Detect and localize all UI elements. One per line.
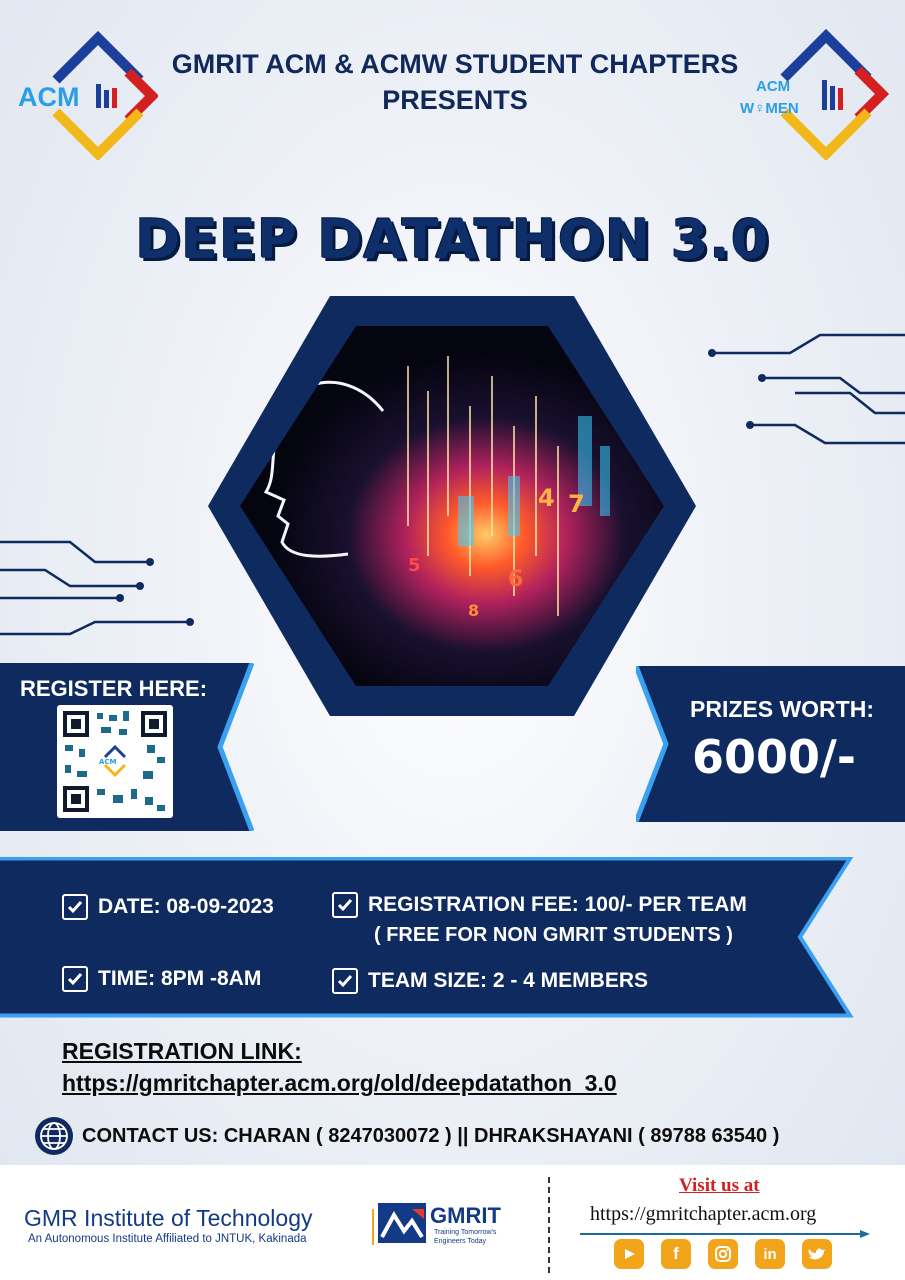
checkbox-icon (332, 892, 358, 918)
svg-text:4: 4 (538, 484, 555, 512)
checkbox-icon (62, 966, 88, 992)
svg-text:ACM: ACM (99, 758, 117, 766)
gmrit-brand: GMRIT (430, 1203, 501, 1228)
header-line-1: GMRIT ACM & ACMW STUDENT CHAPTERS (171, 49, 739, 79)
svg-text:8: 8 (468, 601, 479, 620)
date-item: DATE: 08-09-2023 (62, 894, 274, 920)
registration-link[interactable]: https://gmritchapter.acm.org/old/deepdat… (62, 1070, 617, 1097)
circuit-lines-left (0, 540, 194, 636)
contact-text: CONTACT US: CHARAN ( 8247030072 ) || DHR… (82, 1124, 780, 1147)
header-title: GMRIT ACM & ACMW STUDENT CHAPTERS PRESEN… (150, 46, 760, 118)
team-size-text: TEAM SIZE: 2 - 4 MEMBERS (368, 969, 649, 992)
acm-logo-text: ACM (18, 82, 80, 112)
header-line-2: PRESENTS (382, 85, 528, 115)
registration-link-label: REGISTRATION LINK: (62, 1038, 302, 1064)
visit-url[interactable]: https://gmritchapter.acm.org (590, 1203, 816, 1226)
hero-hexagon-image: 4 7 6 5 8 (208, 296, 696, 716)
social-icons: f in (614, 1239, 832, 1269)
circuit-lines-right (708, 333, 905, 445)
event-title: DEEP DATATHON 3.0 (135, 208, 770, 271)
footer: GMR Institute of Technology An Autonomou… (0, 1165, 905, 1280)
fee-text: REGISTRATION FEE: 100/- PER TEAM (368, 893, 747, 916)
instagram-icon[interactable] (708, 1239, 738, 1269)
linkedin-icon[interactable]: in (755, 1239, 785, 1269)
institute-subtitle: An Autonomous Institute Affiliated to JN… (28, 1233, 307, 1245)
facebook-icon[interactable]: f (661, 1239, 691, 1269)
acm-logo: ACM (16, 30, 160, 162)
register-label: REGISTER HERE: (20, 676, 208, 701)
checkbox-icon (62, 894, 88, 920)
institute-name: GMR Institute of Technology (24, 1205, 313, 1231)
time-item: TIME: 8PM -8AM (62, 966, 261, 992)
contact-row: CONTACT US: CHARAN ( 8247030072 ) || DHR… (34, 1116, 779, 1156)
svg-text:5: 5 (408, 555, 421, 576)
gmrit-logo-mark (378, 1203, 426, 1243)
acmw-logo-top: ACM (756, 78, 791, 95)
svg-text:7: 7 (568, 490, 585, 518)
registration-qr-code[interactable]: ACM (57, 705, 173, 818)
prizes-amount: 6000/- (692, 730, 856, 784)
divider (372, 1209, 374, 1245)
acmw-logo: ACM W♀MEN (740, 28, 890, 162)
svg-text:6: 6 (508, 567, 523, 592)
url-underline-arrow (580, 1230, 870, 1238)
gmrit-tagline-2: Engineers Today (434, 1238, 487, 1245)
checkbox-icon (332, 968, 358, 994)
globe-icon (35, 1117, 73, 1155)
date-text: DATE: 08-09-2023 (98, 895, 274, 918)
fee-item: REGISTRATION FEE: 100/- PER TEAM (332, 892, 747, 918)
footer-separator (548, 1177, 550, 1273)
gmrit-tagline-1: Training Tomorrow's (434, 1229, 497, 1236)
time-text: TIME: 8PM -8AM (98, 967, 262, 990)
gmrit-logo: GMRIT Training Tomorrow's Engineers Toda… (378, 1203, 528, 1251)
visit-label: Visit us at (679, 1175, 760, 1196)
team-size-item: TEAM SIZE: 2 - 4 MEMBERS (332, 968, 648, 994)
prizes-label: PRIZES WORTH: (690, 696, 874, 722)
youtube-icon[interactable] (614, 1239, 644, 1269)
twitter-icon[interactable] (802, 1239, 832, 1269)
fee-note: ( FREE FOR NON GMRIT STUDENTS ) (374, 924, 733, 946)
